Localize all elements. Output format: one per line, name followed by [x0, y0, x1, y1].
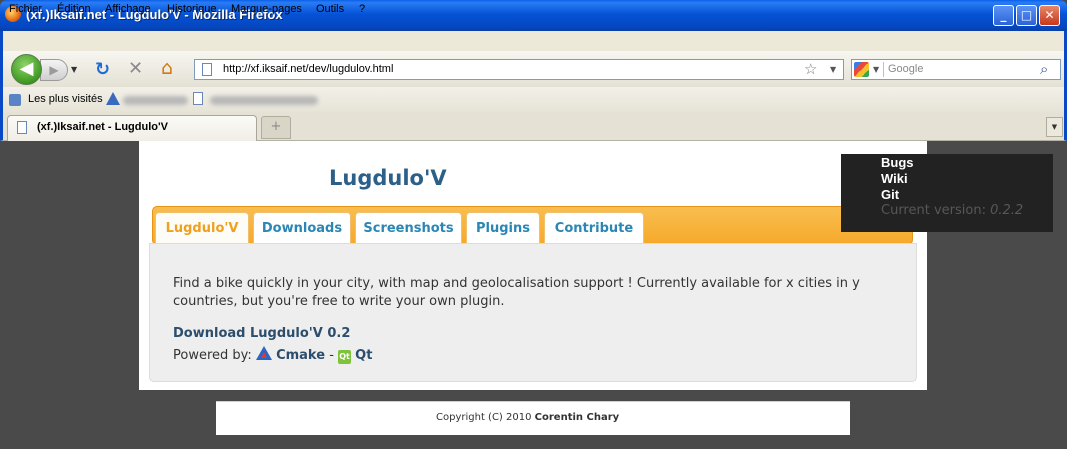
menu-affichage[interactable]: Affichage	[105, 3, 151, 15]
tab-strip: (xf.)Iksaif.net - Lugdulo'V + ▼	[0, 113, 1067, 141]
page-icon	[202, 63, 212, 76]
qt-link[interactable]: Qt	[355, 348, 372, 363]
forward-arrow-icon[interactable]: ▶	[40, 59, 68, 81]
bookmarks-toolbar: Les plus visités	[0, 87, 1067, 113]
menu-fichier[interactable]: Fichier	[9, 3, 42, 15]
menu-edition[interactable]: Édition	[57, 3, 91, 15]
version-label: Current version:	[881, 203, 986, 218]
url-bar[interactable]: http://xf.iksaif.net/dev/lugdulov.html ☆…	[194, 59, 844, 80]
site-title: Lugdulo'V	[329, 166, 447, 190]
copyright-text: Copyright (C) 2010	[436, 412, 532, 423]
bookmark-most-visited[interactable]: Les plus visités	[28, 93, 103, 105]
close-button[interactable]: ✕	[1039, 5, 1060, 26]
powered-by: Powered by: Cmake - Qt Qt	[173, 346, 372, 364]
magnifier-icon[interactable]: ⌕	[1040, 60, 1048, 78]
menu-marque-pages[interactable]: Marque-pages	[231, 3, 302, 15]
google-icon[interactable]	[854, 62, 869, 77]
search-bar[interactable]: ▼ Google ⌕	[851, 59, 1061, 80]
current-version: Current version: 0.2.2	[881, 203, 1023, 218]
tab-downloads[interactable]: Downloads	[253, 212, 351, 245]
navigation-toolbar: ▶ ◀ ▼ ↻ ✕ ⌂ http://xf.iksaif.net/dev/lug…	[0, 51, 1067, 87]
new-tab-button[interactable]: +	[261, 116, 291, 139]
bugs-link[interactable]: Bugs	[881, 155, 914, 170]
tab-lugdulov[interactable]: Lugdulo'V	[155, 212, 249, 245]
minimize-button[interactable]: _	[993, 5, 1014, 26]
menu-historique[interactable]: Historique	[167, 3, 217, 15]
back-arrow-icon[interactable]: ◀	[11, 54, 42, 85]
url-text[interactable]: http://xf.iksaif.net/dev/lugdulov.html	[223, 63, 393, 75]
browser-tab-title: (xf.)Iksaif.net - Lugdulo'V	[37, 121, 168, 133]
menu-bar	[0, 31, 1067, 51]
side-panel	[841, 154, 1053, 232]
tab-plugins[interactable]: Plugins	[466, 212, 540, 245]
tab-list-dropdown-icon[interactable]: ▼	[1046, 117, 1063, 137]
footer-author: Corentin Chary	[534, 412, 620, 423]
history-dropdown-icon[interactable]: ▼	[71, 65, 77, 74]
powered-by-label: Powered by:	[173, 348, 252, 363]
bookmark-blurred-1[interactable]	[123, 96, 188, 105]
reload-icon[interactable]: ↻	[95, 59, 110, 80]
qt-icon: Qt	[338, 350, 352, 364]
search-input[interactable]: Google	[888, 63, 923, 75]
home-icon[interactable]: ⌂	[161, 57, 173, 79]
download-link[interactable]: Download Lugdulo'V 0.2	[173, 326, 350, 341]
browser-tab[interactable]: (xf.)Iksaif.net - Lugdulo'V	[7, 115, 257, 141]
tab-contribute[interactable]: Contribute	[544, 212, 644, 245]
menu-help[interactable]: ?	[359, 3, 365, 15]
menu-outils[interactable]: Outils	[316, 3, 344, 15]
tab-screenshots[interactable]: Screenshots	[355, 212, 462, 245]
cmake-icon	[255, 346, 272, 360]
search-separator	[883, 62, 884, 77]
url-dropdown-icon[interactable]: ▼	[830, 65, 836, 74]
cmake-link[interactable]: Cmake	[276, 348, 325, 363]
star-icon[interactable]: ☆	[804, 60, 817, 78]
page-icon	[193, 92, 203, 105]
stop-icon[interactable]: ✕	[128, 58, 143, 79]
bookmark-blurred-2[interactable]	[210, 96, 318, 105]
git-link[interactable]: Git	[881, 187, 899, 202]
footer-text: Copyright (C) 2010 Corentin Chary	[436, 412, 619, 423]
version-value: 0.2.2	[990, 203, 1024, 218]
powered-separator: -	[329, 348, 334, 363]
search-engine-dropdown-icon[interactable]: ▼	[873, 65, 879, 74]
wiki-link[interactable]: Wiki	[881, 171, 908, 186]
maximize-button[interactable]: □	[1016, 5, 1037, 26]
page-icon	[17, 121, 27, 134]
most-visited-icon	[9, 94, 21, 106]
bookmark-triangle-icon	[106, 92, 120, 105]
description-text: Find a bike quickly in your city, with m…	[173, 276, 860, 309]
